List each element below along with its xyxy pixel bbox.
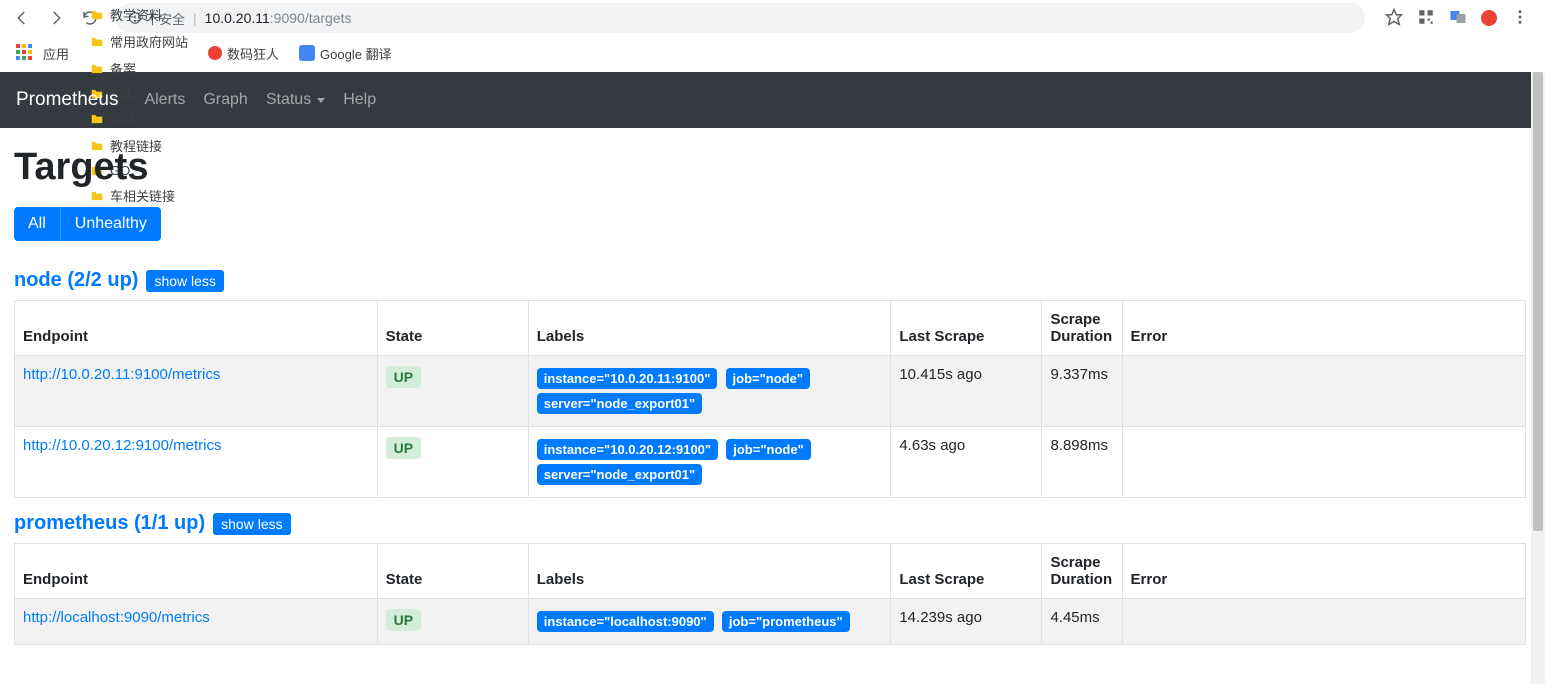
col-state: State (377, 544, 528, 599)
url-text: 10.0.20.11:9090/targets (205, 10, 352, 26)
bookmarks-bar: 应用 小工具铭宣集团Python前端教程教学资料常用政府网站备案SSL运维教程链… (0, 36, 1545, 70)
target-label-badge: instance="10.0.20.12:9100" (537, 439, 718, 460)
scrape-duration-cell: 8.898ms (1042, 427, 1122, 498)
error-cell (1122, 427, 1525, 498)
pool-title-link[interactable]: prometheus (1/1 up) (14, 512, 205, 535)
labels-cell: instance="localhost:9090" job="prometheu… (528, 599, 891, 645)
labels-cell: instance="10.0.20.12:9100" job="node" se… (528, 427, 891, 498)
table-row: http://10.0.20.11:9100/metrics UP instance… (15, 356, 1526, 427)
bookmark-item[interactable]: 数码狂人 (200, 40, 287, 67)
back-button[interactable] (8, 4, 36, 32)
nav-status[interactable]: Status (266, 91, 325, 109)
target-label-badge: instance="10.0.20.11:9100" (537, 368, 718, 389)
last-scrape-cell: 4.63s ago (891, 427, 1042, 498)
star-icon[interactable] (1385, 8, 1403, 29)
target-label-badge: instance="localhost:9090" (537, 611, 714, 632)
col-scrape-duration: Scrape Duration (1042, 301, 1122, 356)
bookmark-item[interactable]: 备案 (81, 55, 196, 82)
endpoint-link[interactable]: http://10.0.20.12:9100/metrics (23, 437, 221, 454)
error-cell (1122, 599, 1525, 645)
col-endpoint: Endpoint (15, 544, 378, 599)
show-less-button[interactable]: show less (146, 270, 223, 292)
scrape-duration-cell: 9.337ms (1042, 356, 1122, 427)
table-row: http://localhost:9090/metrics UP instance=… (15, 599, 1526, 645)
bookmark-item[interactable]: 教学资料 (81, 1, 196, 28)
last-scrape-cell: 10.415s ago (891, 356, 1042, 427)
targets-table: EndpointStateLabelsLast ScrapeScrape Dur… (14, 543, 1526, 645)
state-badge: UP (386, 437, 421, 459)
apps-shortcut[interactable]: 应用 (8, 40, 77, 67)
folder-icon (89, 189, 105, 203)
vertical-scrollbar[interactable] (1531, 72, 1545, 684)
folder-icon (89, 112, 105, 126)
filter-all-button[interactable]: All (14, 207, 60, 241)
extension-icon[interactable] (1481, 10, 1497, 26)
nav-graph[interactable]: Graph (203, 91, 247, 109)
col-last-scrape: Last Scrape (891, 544, 1042, 599)
apps-icon (16, 44, 34, 62)
folder-icon (89, 8, 105, 22)
col-labels: Labels (528, 544, 891, 599)
col-last-scrape: Last Scrape (891, 301, 1042, 356)
labels-cell: instance="10.0.20.11:9100" job="node" se… (528, 356, 891, 427)
brand[interactable]: Prometheus (16, 89, 118, 111)
kebab-menu-icon[interactable] (1511, 8, 1529, 29)
col-error: Error (1122, 301, 1525, 356)
address-bar[interactable]: 不安全 | 10.0.20.11:9090/targets (116, 3, 1365, 33)
filter-group: All Unhealthy (14, 207, 161, 241)
target-label-badge: job="node" (726, 368, 810, 389)
folder-icon (89, 62, 105, 76)
col-state: State (377, 301, 528, 356)
table-row: http://10.0.20.12:9100/metrics UP instance… (15, 427, 1526, 498)
translate-ext-icon[interactable] (1449, 8, 1467, 29)
target-label-badge: job="node" (726, 439, 810, 460)
target-label-badge: server="node_export01" (537, 464, 702, 485)
error-cell (1122, 356, 1525, 427)
nav-help[interactable]: Help (343, 91, 376, 109)
page-title: Targets (14, 146, 1526, 189)
state-badge: UP (386, 609, 421, 631)
target-label-badge: server="node_export01" (537, 393, 702, 414)
folder-icon (89, 35, 105, 49)
endpoint-link[interactable]: http://localhost:9090/metrics (23, 609, 210, 626)
nav-alerts[interactable]: Alerts (144, 91, 185, 109)
bookmark-item[interactable]: Google 翻译 (291, 40, 400, 67)
browser-chrome: 不安全 | 10.0.20.11:9090/targets (0, 0, 1545, 72)
col-endpoint: Endpoint (15, 301, 378, 356)
qr-icon[interactable] (1417, 8, 1435, 29)
col-error: Error (1122, 544, 1525, 599)
show-less-button[interactable]: show less (213, 513, 290, 535)
targets-table: EndpointStateLabelsLast ScrapeScrape Dur… (14, 300, 1526, 498)
last-scrape-cell: 14.239s ago (891, 599, 1042, 645)
col-labels: Labels (528, 301, 891, 356)
forward-button[interactable] (42, 4, 70, 32)
state-badge: UP (386, 366, 421, 388)
scrape-duration-cell: 4.45ms (1042, 599, 1122, 645)
endpoint-link[interactable]: http://10.0.20.11:9100/metrics (23, 366, 220, 383)
col-scrape-duration: Scrape Duration (1042, 544, 1122, 599)
bookmark-item[interactable]: 常用政府网站 (81, 28, 196, 55)
target-label-badge: job="prometheus" (722, 611, 850, 632)
pool-title-link[interactable]: node (2/2 up) (14, 269, 138, 292)
chevron-down-icon (317, 98, 325, 103)
app-navbar: Prometheus Alerts Graph Status Help (0, 72, 1545, 128)
filter-unhealthy-button[interactable]: Unhealthy (60, 207, 161, 241)
